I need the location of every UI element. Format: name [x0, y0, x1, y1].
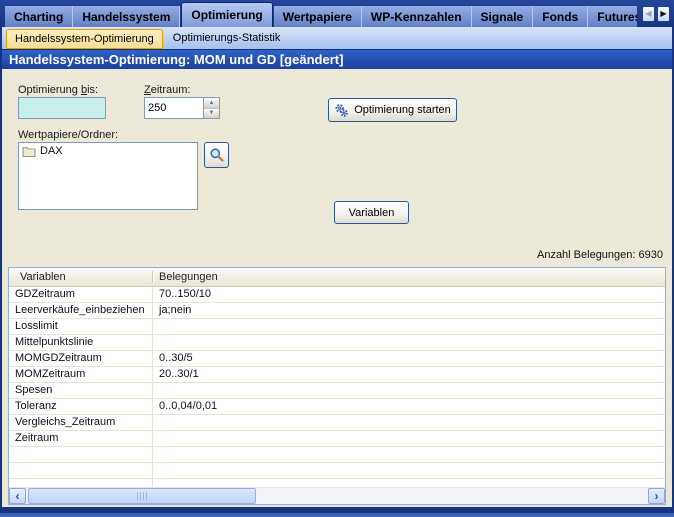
main-tab[interactable]: Optimierung — [181, 2, 272, 27]
zeitraum-input[interactable] — [145, 98, 203, 118]
list-item[interactable]: DAX — [19, 143, 197, 159]
cell-belegung: 0..30/5 — [152, 351, 665, 367]
list-item-label: DAX — [40, 145, 63, 157]
anzahl-belegungen-value: 6930 — [639, 249, 663, 261]
cell-belegung — [152, 415, 665, 431]
main-tab-label: Charting — [14, 10, 63, 24]
sub-tab[interactable]: Handelssystem-Optimierung — [6, 29, 163, 49]
main-tab-bar: Charting Handelssystem Optimierung Wertp… — [0, 0, 674, 27]
cell-variable: Mittelpunktslinie — [9, 335, 152, 351]
main-tab[interactable]: WP-Kennzahlen — [362, 6, 472, 27]
main-tab[interactable]: Fonds — [533, 6, 588, 27]
cell-belegung: 20..30/1 — [152, 367, 665, 383]
sub-tab-bar: Handelssystem-Optimierung Optimierungs-S… — [2, 27, 672, 49]
magnifier-icon — [209, 147, 225, 163]
cell-variable: Losslimit — [9, 319, 152, 335]
horizontal-scrollbar[interactable]: ‹ › — [9, 487, 665, 504]
cell-variable: Spesen — [9, 383, 152, 399]
table-row[interactable]: Losslimit — [9, 319, 665, 335]
main-tab[interactable]: Wertpapiere — [274, 6, 362, 27]
wertpapiere-listbox[interactable]: DAX — [18, 142, 198, 210]
cell-variable: Zeitraum — [9, 431, 152, 447]
cell-belegung: 70..150/10 — [152, 287, 665, 303]
table-row[interactable]: MOMZeitraum 20..30/1 — [9, 367, 665, 383]
cell-variable: Toleranz — [9, 399, 152, 415]
application-window: Charting Handelssystem Optimierung Wertp… — [0, 0, 674, 517]
table-row[interactable]: Toleranz 0..0,04/0,01 — [9, 399, 665, 415]
gears-icon — [334, 103, 349, 118]
content-area: Optimierung bis: Zeitraum: ▲ ▼ — [2, 69, 672, 507]
table-row[interactable]: Vergleichs_Zeitraum — [9, 415, 665, 431]
column-header-belegungen[interactable]: Belegungen — [152, 271, 665, 283]
tab-scroll-controls: ◀ ▶ — [637, 0, 674, 27]
anzahl-belegungen: Anzahl Belegungen: 6930 — [537, 249, 663, 261]
page-title: Handelssystem-Optimierung: MOM und GD [g… — [2, 49, 672, 69]
scroll-left-button[interactable]: ‹ — [9, 488, 26, 504]
up-arrow-icon: ▲ — [209, 100, 215, 106]
zeitraum-label: Zeitraum: — [144, 84, 190, 96]
table-row[interactable]: GDZeitraum 70..150/10 — [9, 287, 665, 303]
optimierung-starten-button[interactable]: Optimierung starten — [328, 98, 457, 122]
main-tab-label: WP-Kennzahlen — [371, 10, 462, 24]
left-arrow-icon: ◀ — [645, 9, 651, 18]
variablen-button[interactable]: Variablen — [334, 201, 409, 224]
cell-belegung: 0..0,04/0,01 — [152, 399, 665, 415]
zeitraum-spinner: ▲ ▼ — [144, 97, 220, 119]
variablen-table-panel: Variablen Belegungen GDZeitraum 70..150/… — [8, 267, 666, 505]
cell-belegung — [152, 335, 665, 351]
main-tab-label: Signale — [481, 10, 524, 24]
table-row[interactable]: Zeitraum — [9, 431, 665, 447]
table-row[interactable]: Leerverkäufe_einbeziehen ja;nein — [9, 303, 665, 319]
chevron-left-icon: ‹ — [16, 490, 20, 502]
main-tab[interactable]: Charting — [5, 6, 73, 27]
cell-variable: MOMZeitraum — [9, 367, 152, 383]
cell-belegung: ja;nein — [152, 303, 665, 319]
optimierung-bis-input[interactable] — [18, 97, 106, 119]
variablen-label: Variablen — [349, 207, 395, 219]
cell-belegung — [152, 431, 665, 447]
main-tab-label: Wertpapiere — [283, 10, 352, 24]
main-tab-label: Optimierung — [191, 8, 262, 22]
table-body: GDZeitraum 70..150/10 Leerverkäufe_einbe… — [9, 287, 665, 487]
wertpapiere-label: Wertpapiere/Ordner: — [18, 129, 118, 141]
table-row[interactable]: Mittelpunktslinie — [9, 335, 665, 351]
cell-variable: Vergleichs_Zeitraum — [9, 415, 152, 431]
cell-belegung — [152, 383, 665, 399]
sub-tab-label: Optimierungs-Statistik — [173, 32, 281, 44]
tab-scroll-left-button[interactable]: ◀ — [642, 6, 655, 22]
search-button[interactable] — [204, 142, 229, 168]
down-arrow-icon: ▼ — [209, 110, 215, 116]
grip-icon — [137, 492, 148, 500]
cell-variable: MOMGDZeitraum — [9, 351, 152, 367]
optimierung-starten-label: Optimierung starten — [354, 104, 451, 116]
spin-up-button[interactable]: ▲ — [204, 98, 219, 108]
main-tab-label: Futures — [597, 10, 641, 24]
main-tab-label: Fonds — [542, 10, 578, 24]
column-header-variablen[interactable]: Variablen — [9, 271, 152, 283]
table-row[interactable]: MOMGDZeitraum 0..30/5 — [9, 351, 665, 367]
right-arrow-icon: ▶ — [660, 9, 666, 18]
sub-tab-label: Handelssystem-Optimierung — [15, 33, 154, 45]
cell-variable: Leerverkäufe_einbeziehen — [9, 303, 152, 319]
table-row[interactable]: Spesen — [9, 383, 665, 399]
chevron-right-icon: › — [655, 490, 659, 502]
spin-down-button[interactable]: ▼ — [204, 108, 219, 119]
tab-scroll-right-button[interactable]: ▶ — [657, 6, 670, 22]
scrollbar-thumb[interactable] — [28, 488, 256, 504]
cell-variable: GDZeitraum — [9, 287, 152, 303]
main-tab[interactable]: Signale — [472, 6, 534, 27]
optimierung-bis-label: Optimierung bis: — [18, 84, 98, 96]
main-tab[interactable]: Handelssystem — [73, 6, 180, 27]
sub-tab[interactable]: Optimierungs-Statistik — [163, 27, 291, 49]
scroll-right-button[interactable]: › — [648, 488, 665, 504]
window-bottom-edge — [0, 510, 674, 517]
table-header: Variablen Belegungen — [9, 268, 665, 287]
folder-icon — [22, 146, 36, 157]
main-tab-label: Handelssystem — [82, 10, 170, 24]
page-title-text: Handelssystem-Optimierung: MOM und GD [g… — [9, 52, 343, 67]
cell-belegung — [152, 319, 665, 335]
